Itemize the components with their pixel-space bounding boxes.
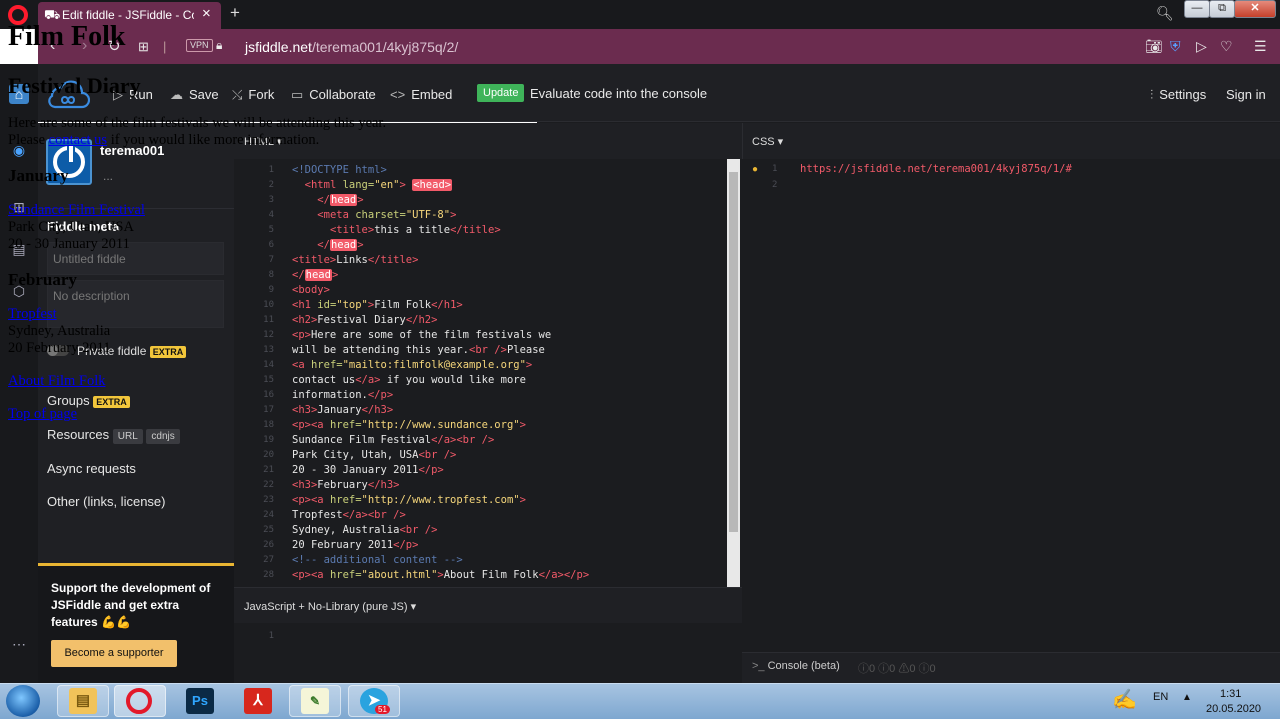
telegram-badge: 51	[375, 705, 390, 714]
other-link[interactable]: Other (links, license)	[47, 494, 165, 509]
february-entry: Tropfest Sydney, Australia 20 February 201…	[8, 306, 528, 357]
send-icon[interactable]: ▷	[1196, 38, 1207, 55]
css-panel-header	[742, 123, 1280, 159]
sundance-link[interactable]: Sundance Film Festival	[8, 202, 145, 218]
folder-icon: ▤	[69, 688, 97, 714]
entry-date: 20 February 2011	[8, 340, 111, 356]
tropfest-link[interactable]: Tropfest	[8, 306, 57, 322]
contact-link[interactable]: contact us	[49, 132, 107, 148]
entry-date: 20 - 30 January 2011	[8, 236, 130, 252]
js-panel-label[interactable]: JavaScript + No-Library (pure JS) ▾	[244, 600, 416, 613]
intro-text: Please	[8, 132, 49, 148]
heart-icon[interactable]: ♡	[1220, 38, 1233, 55]
about-entry: About Film Folk	[8, 373, 528, 390]
sliders-icon: ⫶	[1150, 87, 1154, 102]
more-icon[interactable]: ⋯	[9, 634, 29, 654]
settings-label: Settings	[1159, 87, 1207, 102]
intro-text: if you would like more information.	[107, 132, 320, 148]
support-text: Support the development of JSFiddle and …	[51, 581, 211, 629]
pen-tablet-icon[interactable]: ✍	[1112, 687, 1137, 712]
console-label[interactable]: >_ Console (beta)	[752, 660, 840, 672]
about-link[interactable]: About Film Folk	[8, 373, 106, 389]
cdnjs-pill[interactable]: cdnjs	[146, 429, 180, 444]
january-entry: Sundance Film Festival Park City, Utah, U…	[8, 202, 528, 253]
clock-date[interactable]: 20.05.2020	[1206, 703, 1261, 715]
camera-icon[interactable]: 📷︎	[1145, 38, 1163, 55]
console-text: Console (beta)	[767, 660, 840, 672]
entry-place: Sydney, Australia	[8, 323, 111, 339]
opera-icon	[126, 688, 152, 714]
window-close-button[interactable]: ✕	[1234, 0, 1276, 18]
settings-button[interactable]: ⫶ Settings	[1150, 87, 1206, 103]
js-line-number: 1	[268, 631, 274, 641]
language-indicator[interactable]: EN	[1153, 691, 1168, 703]
result-iframe[interactable]: Film Folk Festival Diary Here are some o…	[0, 0, 537, 436]
window-restore-button[interactable]: ⧉	[1209, 0, 1235, 18]
html-scrollbar-thumb[interactable]	[729, 172, 738, 532]
january-heading: January	[8, 166, 69, 185]
result-h2: Festival Diary	[8, 73, 141, 98]
css-line-number: 1	[772, 164, 778, 174]
photoshop-icon[interactable]: Ps	[186, 688, 214, 714]
acrobat-icon[interactable]: ⅄	[244, 688, 272, 714]
clock-time[interactable]: 1:31	[1220, 688, 1241, 700]
css-line-number: 2	[772, 180, 778, 190]
notepad-plus-icon: ✎	[301, 688, 329, 714]
result-h1: Film Folk	[8, 21, 126, 52]
url-pill[interactable]: URL	[112, 429, 143, 444]
menu-icon[interactable]: ☰	[1254, 38, 1267, 55]
evaluate-console-option[interactable]: Evaluate code into the console	[530, 86, 707, 101]
css-panel-label[interactable]: CSS ▾	[752, 135, 783, 148]
start-button[interactable]	[6, 685, 40, 717]
intro-text: Here are some of the film festivals we w…	[8, 115, 387, 131]
entry-place: Park City, Utah, USA	[8, 219, 134, 235]
resources-link[interactable]: Resources URL cdnjs	[47, 427, 180, 444]
top-entry: Top of page	[8, 406, 528, 423]
console-counts: ⓘ0 ⓘ0 ⚠0 ⓘ0	[858, 663, 936, 675]
css-line-text: https://jsfiddle.net/terema001/4kyj875q/…	[800, 163, 1072, 175]
become-supporter-button[interactable]: Become a supporter	[51, 640, 177, 667]
terminal-icon: >_	[752, 660, 765, 672]
top-of-page-link[interactable]: Top of page	[8, 406, 77, 422]
result-intro: Here are some of the film festivals we w…	[8, 115, 528, 149]
async-requests-link[interactable]: Async requests	[47, 461, 136, 476]
sign-in-link[interactable]: Sign in	[1226, 87, 1266, 102]
resources-label: Resources	[47, 427, 110, 442]
tray-expand-icon[interactable]: ▲	[1182, 692, 1192, 703]
window-minimize-button[interactable]: —	[1184, 0, 1210, 18]
js-code-editor[interactable]	[234, 623, 742, 683]
february-heading: February	[8, 270, 77, 289]
shield-icon[interactable]: ⛨	[1170, 38, 1181, 55]
css-error-marker: ●	[752, 164, 759, 175]
search-icon[interactable]: 🔍︎	[1156, 5, 1174, 22]
